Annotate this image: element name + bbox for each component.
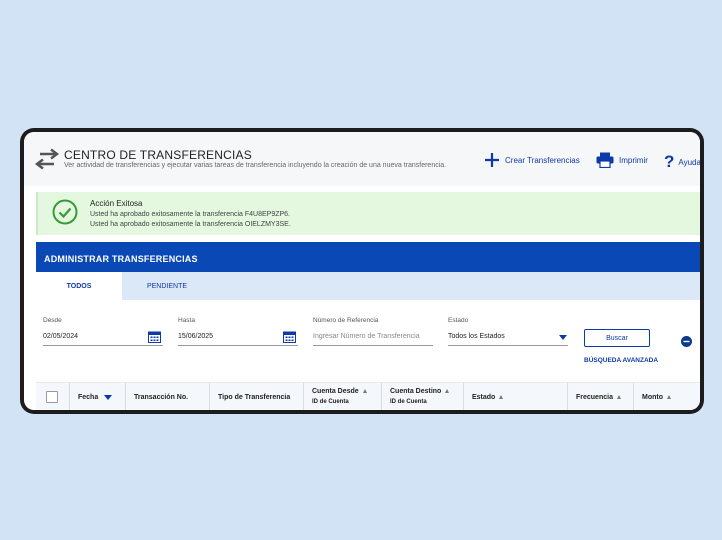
table-header: Fecha Transacción No. Tipo de Transferen… [36, 382, 700, 410]
column-cuenta-destino-label: Cuenta Destino [390, 388, 442, 395]
column-monto-label: Monto [642, 394, 663, 401]
page-header: CENTRO DE TRANSFERENCIAS Ver actividad d… [24, 132, 700, 186]
column-cuenta-desde-sub: ID de Cuenta [312, 399, 349, 405]
column-transaccion[interactable]: Transacción No. [126, 383, 210, 410]
column-fecha[interactable]: Fecha [70, 383, 126, 410]
advanced-search-link[interactable]: BÚSQUEDA AVANZADA [584, 357, 658, 364]
sort-icon [667, 395, 671, 400]
help-icon: ? [664, 152, 675, 171]
print-button[interactable]: Imprimir [596, 152, 648, 168]
print-label: Imprimir [619, 155, 648, 165]
desde-date-input[interactable]: 02/05/2024 [43, 330, 163, 346]
page-title: CENTRO DE TRANSFERENCIAS [64, 148, 252, 162]
select-all-checkbox[interactable] [46, 391, 58, 403]
referencia-input[interactable]: Ingresar Número de Transferencia [313, 330, 433, 346]
column-cuenta-destino[interactable]: Cuenta Destino ID de Cuenta [382, 383, 464, 410]
referencia-label: Número de Referencia [313, 317, 379, 324]
help-label: Ayuda [678, 157, 700, 167]
desde-label: Desde [43, 317, 62, 324]
alert-message-1: Usted ha aprobado exitosamente la transf… [90, 211, 291, 218]
column-frecuencia-label: Frecuencia [576, 394, 613, 401]
success-alert: Acción Exitosa Usted ha aprobado exitosa… [36, 192, 700, 235]
panel-title: ADMINISTRAR TRANSFERENCIAS [36, 242, 700, 272]
tab-pendiente[interactable]: PENDIENTE [122, 272, 212, 300]
tab-todos[interactable]: TODOS [36, 272, 122, 300]
tab-bar: TODOS PENDIENTE [36, 272, 700, 300]
alert-message-2: Usted ha aprobado exitosamente la transf… [90, 221, 291, 228]
search-button[interactable]: Buscar [584, 329, 650, 347]
printer-icon [596, 152, 614, 168]
column-tipo[interactable]: Tipo de Transferencia [210, 383, 304, 410]
column-cuenta-desde-label: Cuenta Desde [312, 388, 359, 395]
calendar-icon[interactable] [283, 331, 296, 343]
column-fecha-label: Fecha [78, 394, 99, 401]
plus-icon [485, 153, 499, 167]
chevron-down-icon[interactable] [559, 335, 567, 340]
sort-desc-icon [104, 394, 113, 400]
column-monto[interactable]: Monto [634, 383, 700, 410]
sort-icon [616, 395, 621, 400]
create-transfer-label: Crear Transferencias [505, 155, 580, 165]
hasta-label: Hasta [178, 317, 195, 324]
help-button[interactable]: ? Ayuda [664, 152, 700, 172]
select-all-cell [36, 383, 70, 410]
estado-label: Estado [448, 317, 469, 324]
column-frecuencia[interactable]: Frecuencia [568, 383, 634, 410]
sort-icon [362, 389, 367, 394]
page-subtitle: Ver actividad de transferencias y ejecut… [64, 162, 447, 169]
column-tipo-label: Tipo de Transferencia [218, 394, 291, 401]
hasta-date-input[interactable]: 15/06/2025 [178, 330, 298, 346]
app-screen: CENTRO DE TRANSFERENCIAS Ver actividad d… [24, 132, 700, 410]
alert-title: Acción Exitosa [90, 199, 143, 208]
sort-icon [499, 395, 504, 400]
collapse-icon[interactable] [681, 336, 692, 347]
estado-select[interactable]: Todos los Estados [448, 330, 568, 346]
column-transaccion-label: Transacción No. [134, 394, 189, 401]
create-transfer-button[interactable]: Crear Transferencias [484, 152, 580, 168]
column-estado-label: Estado [472, 394, 496, 401]
calendar-icon[interactable] [148, 331, 161, 343]
column-cuenta-desde[interactable]: Cuenta Desde ID de Cuenta [304, 383, 382, 410]
transfer-arrows-icon [34, 148, 60, 170]
device-frame: CENTRO DE TRANSFERENCIAS Ver actividad d… [20, 128, 704, 414]
check-circle-icon [52, 199, 78, 225]
column-estado[interactable]: Estado [464, 383, 568, 410]
column-cuenta-destino-sub: ID de Cuenta [390, 399, 427, 405]
sort-icon [445, 389, 450, 394]
